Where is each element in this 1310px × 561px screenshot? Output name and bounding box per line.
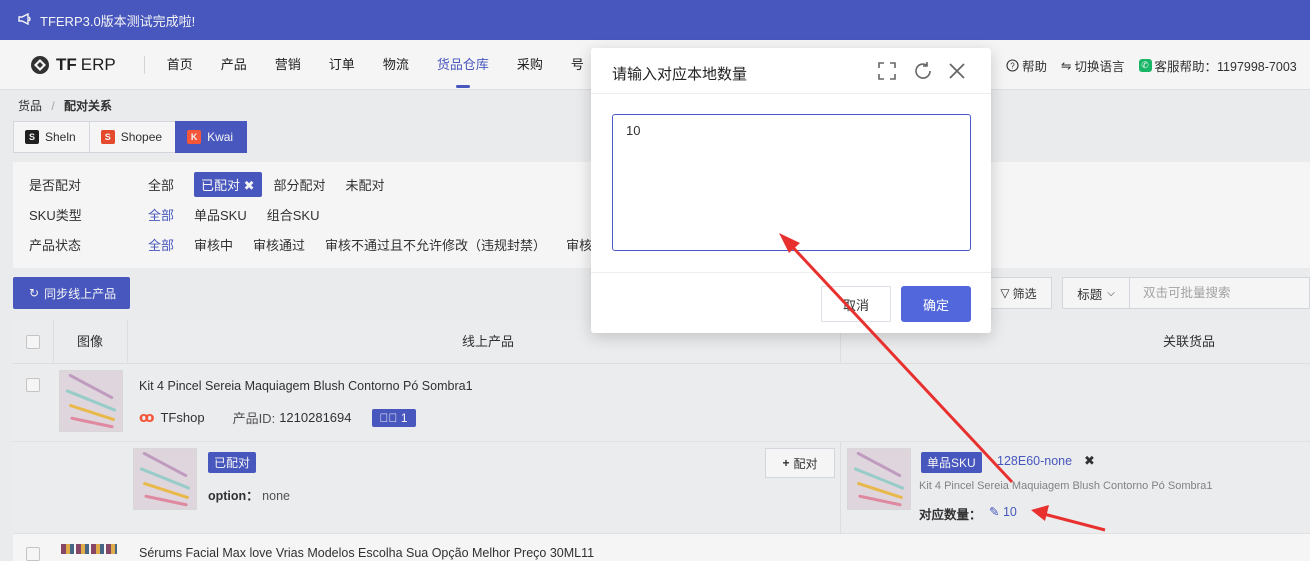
confirm-button[interactable]: 确定 xyxy=(901,286,971,322)
refresh-icon[interactable] xyxy=(911,59,935,83)
quantity-modal: 请输入对应本地数量 取消 确定 xyxy=(591,48,991,333)
fullscreen-icon[interactable] xyxy=(875,59,899,83)
modal-footer: 取消 确定 xyxy=(591,272,991,333)
cancel-button[interactable]: 取消 xyxy=(821,286,891,322)
modal-header: 请输入对应本地数量 xyxy=(591,48,991,94)
quantity-textarea[interactable] xyxy=(612,114,971,251)
modal-title: 请输入对应本地数量 xyxy=(612,66,748,83)
close-icon[interactable] xyxy=(945,59,969,83)
